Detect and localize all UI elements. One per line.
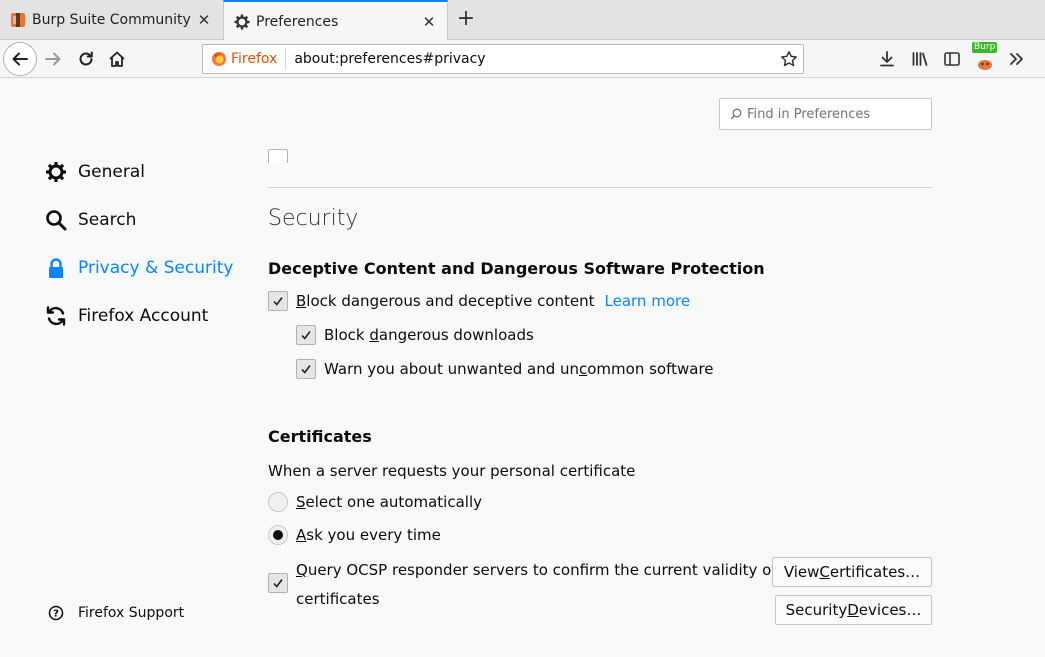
downloads-button[interactable] <box>872 43 902 75</box>
search-icon <box>730 108 742 120</box>
arrow-left-icon <box>12 52 28 66</box>
identity-label: Firefox <box>231 51 278 67</box>
checkmark-icon <box>301 365 311 374</box>
nav-bar: Firefox about:preferences#privacy Burp <box>0 40 1045 78</box>
block-dangerous-checkbox[interactable] <box>268 291 288 311</box>
partial-checkbox[interactable] <box>268 149 288 163</box>
lock-icon <box>44 256 68 280</box>
radio-selected-dot <box>273 530 283 540</box>
library-icon <box>912 52 928 66</box>
chevron-double-right-icon <box>1010 53 1023 65</box>
block-downloads-row: Block dangerous downloads <box>296 325 534 345</box>
burp-icon <box>11 13 25 27</box>
section-divider <box>268 187 932 188</box>
reload-icon <box>79 51 93 66</box>
gear-icon <box>44 160 68 184</box>
select-automatically-row: Select one automatically <box>268 492 482 512</box>
forward-button[interactable] <box>37 43 69 75</box>
help-icon: ? <box>48 605 64 621</box>
home-button[interactable] <box>101 43 133 75</box>
download-icon <box>880 51 894 67</box>
block-downloads-label: Block dangerous downloads <box>324 326 534 344</box>
warn-unwanted-label: Warn you about unwanted and uncommon sof… <box>324 360 714 378</box>
sidebar-item-label: Firefox Account <box>78 306 209 326</box>
checkmark-icon <box>301 331 311 340</box>
ocsp-checkbox[interactable] <box>268 573 288 593</box>
ask-every-time-label: Ask you every time <box>296 526 441 544</box>
url-input[interactable]: about:preferences#privacy <box>286 51 775 67</box>
checkmark-icon <box>273 297 283 306</box>
tab-burp-suite[interactable]: Burp Suite Community Ed ✕ <box>0 0 222 40</box>
star-icon <box>781 51 797 67</box>
sidebar-icon <box>944 52 960 66</box>
identity-box[interactable]: Firefox <box>203 48 287 70</box>
warn-unwanted-row: Warn you about unwanted and uncommon sof… <box>296 359 714 379</box>
close-tab-icon[interactable]: ✕ <box>194 11 214 29</box>
new-tab-button[interactable]: + <box>452 6 480 34</box>
sync-icon <box>44 304 68 328</box>
support-label: Firefox Support <box>78 605 185 621</box>
url-bar[interactable]: Firefox about:preferences#privacy <box>202 44 804 74</box>
find-in-preferences-input[interactable]: Find in Preferences <box>719 98 932 130</box>
ask-every-time-row: Ask you every time <box>268 525 441 545</box>
tab-strip: Burp Suite Community Ed ✕ Preferences ✕ … <box>0 0 1045 41</box>
sidebar-item-firefox-account[interactable]: Firefox Account <box>44 304 208 328</box>
deceptive-content-heading: Deceptive Content and Dangerous Software… <box>268 259 765 278</box>
block-dangerous-label: Block dangerous and deceptive content <box>296 292 595 310</box>
sidebar-item-label: Search <box>78 210 137 230</box>
tab-title: Preferences <box>256 13 339 30</box>
partially-hidden-row <box>268 149 932 163</box>
block-downloads-checkbox[interactable] <box>296 325 316 345</box>
block-dangerous-row: Block dangerous and deceptive content Le… <box>268 291 690 311</box>
gear-icon <box>234 14 250 29</box>
tab-title: Burp Suite Community Ed <box>32 12 194 28</box>
sidebar-toggle-button[interactable] <box>937 43 967 75</box>
sidebar-item-label: Privacy & Security <box>78 258 234 278</box>
section-title-security: Security <box>268 206 359 231</box>
view-certificates-button[interactable]: View Certificates… <box>772 557 932 587</box>
sidebar-item-label: General <box>78 162 145 182</box>
select-automatically-radio[interactable] <box>268 492 288 512</box>
select-automatically-label: Select one automatically <box>296 493 482 511</box>
firefox-logo-icon <box>212 52 226 66</box>
back-button[interactable] <box>3 42 37 76</box>
burp-badge: Burp <box>972 42 998 53</box>
tab-preferences[interactable]: Preferences ✕ <box>223 0 448 41</box>
foxyproxy-icon <box>978 60 992 70</box>
close-tab-icon[interactable]: ✕ <box>419 13 439 31</box>
reload-button[interactable] <box>70 43 102 75</box>
firefox-support-link[interactable]: ? Firefox Support <box>48 605 184 621</box>
search-icon <box>44 208 68 232</box>
search-placeholder: Find in Preferences <box>747 106 871 122</box>
arrow-right-icon <box>45 52 61 66</box>
checkmark-icon <box>273 579 283 588</box>
preferences-content: Find in Preferences General Search Priva… <box>0 79 1045 657</box>
sidebar-item-privacy-security[interactable]: Privacy & Security <box>44 256 233 280</box>
ask-every-time-radio[interactable] <box>268 525 288 545</box>
svg-text:?: ? <box>53 609 59 620</box>
certificate-prompt: When a server requests your personal cer… <box>268 462 636 480</box>
home-icon <box>109 51 125 67</box>
security-devices-button[interactable]: Security Devices… <box>775 595 932 625</box>
bookmark-star-button[interactable] <box>775 50 803 68</box>
certificates-heading: Certificates <box>268 427 372 446</box>
warn-unwanted-checkbox[interactable] <box>296 359 316 379</box>
library-button[interactable] <box>905 43 935 75</box>
learn-more-link[interactable]: Learn more <box>605 292 691 310</box>
sidebar-item-general[interactable]: General <box>44 160 145 184</box>
sidebar-item-search[interactable]: Search <box>44 208 136 232</box>
ocsp-label: Query OCSP responder servers to confirm … <box>296 561 777 608</box>
overflow-menu-button[interactable] <box>1002 43 1032 75</box>
burp-extension-button[interactable]: Burp <box>970 42 1000 75</box>
